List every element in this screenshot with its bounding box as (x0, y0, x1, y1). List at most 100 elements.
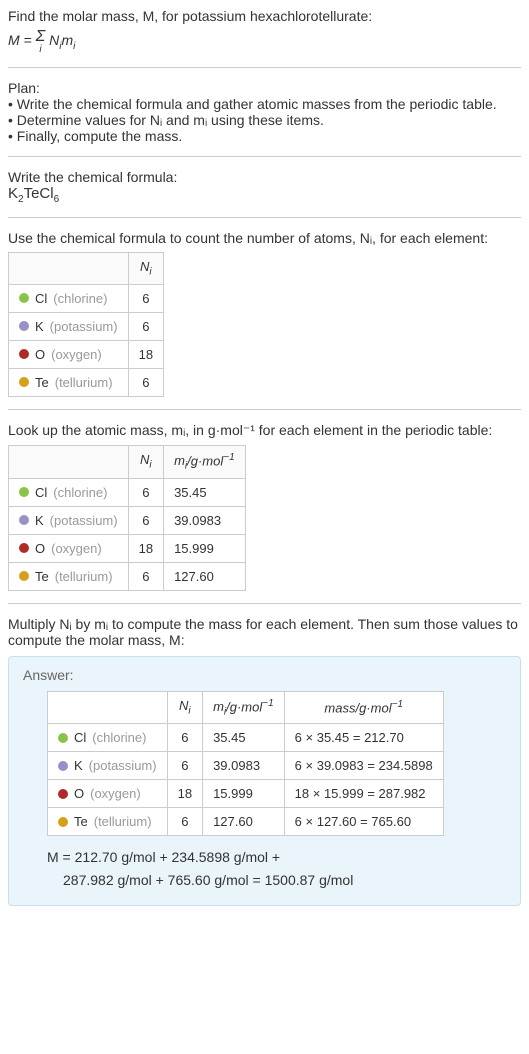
write-formula-title: Write the chemical formula: (8, 169, 521, 185)
table-header-element (48, 691, 168, 724)
table-header-element (9, 253, 129, 285)
table-row: K (potassium) 6 39.0983 (9, 506, 246, 534)
table-header-ni: Ni (128, 445, 163, 478)
answer-label: Answer: (23, 667, 506, 683)
cell-ni: 6 (167, 752, 202, 780)
table-header-element (9, 445, 129, 478)
cell-mass: 18 × 15.999 = 287.982 (284, 780, 443, 808)
intro-text: Find the molar mass, M, for potassium he… (8, 8, 521, 24)
table-header-mi: mi/g·mol−1 (203, 691, 285, 724)
element-name: (tellurium) (55, 569, 113, 584)
answer-table: Ni mi/g·mol−1 mass/g·mol−1 Cl (chlorine)… (47, 691, 444, 837)
divider (8, 409, 521, 410)
element-name: (tellurium) (94, 814, 152, 829)
element-symbol: O (35, 347, 45, 362)
write-formula-section: Write the chemical formula: K2TeCl6 (8, 169, 521, 205)
element-name: (tellurium) (55, 375, 113, 390)
multiply-section: Multiply Nᵢ by mᵢ to compute the mass fo… (8, 616, 521, 648)
element-dot-icon (58, 733, 68, 743)
divider (8, 156, 521, 157)
element-symbol: Cl (35, 485, 47, 500)
element-dot-icon (19, 571, 29, 581)
count-atoms-title: Use the chemical formula to count the nu… (8, 230, 521, 246)
cell-mi: 35.45 (164, 478, 246, 506)
cell-ni: 18 (128, 534, 163, 562)
table-row: Te (tellurium) 6 (9, 368, 164, 396)
cell-mi: 39.0983 (164, 506, 246, 534)
count-atoms-table: Ni Cl (chlorine) 6 K (potassium) 6 O (ox… (8, 252, 164, 397)
element-symbol: O (74, 786, 84, 801)
table-row: Cl (chlorine) 6 35.45 (9, 478, 246, 506)
element-dot-icon (19, 293, 29, 303)
element-dot-icon (19, 515, 29, 525)
cell-ni: 18 (128, 340, 163, 368)
molar-mass-formula: M = Σi Nimi (8, 28, 521, 55)
element-name: (chlorine) (53, 485, 107, 500)
element-name: (oxygen) (90, 786, 141, 801)
plan-item: Finally, compute the mass. (8, 128, 521, 144)
divider (8, 603, 521, 604)
element-symbol: K (35, 319, 44, 334)
chemical-formula: K2TeCl6 (8, 185, 521, 205)
table-header-ni: Ni (128, 253, 163, 285)
plan-list: Write the chemical formula and gather at… (8, 96, 521, 144)
plan-item: Write the chemical formula and gather at… (8, 96, 521, 112)
cell-mass: 6 × 35.45 = 212.70 (284, 724, 443, 752)
atomic-mass-table: Ni mi/g·mol−1 Cl (chlorine) 6 35.45 K (p… (8, 445, 246, 591)
table-row: Cl (chlorine) 6 35.45 6 × 35.45 = 212.70 (48, 724, 444, 752)
element-name: (potassium) (50, 513, 118, 528)
cell-mi: 127.60 (164, 562, 246, 590)
element-dot-icon (19, 321, 29, 331)
element-symbol: Cl (74, 730, 86, 745)
table-row: O (oxygen) 18 15.999 18 × 15.999 = 287.9… (48, 780, 444, 808)
element-dot-icon (58, 789, 68, 799)
element-symbol: K (35, 513, 44, 528)
multiply-title: Multiply Nᵢ by mᵢ to compute the mass fo… (8, 616, 521, 648)
table-header-ni: Ni (167, 691, 202, 724)
cell-ni: 6 (128, 506, 163, 534)
plan-section: Plan: Write the chemical formula and gat… (8, 80, 521, 144)
table-row: K (potassium) 6 (9, 312, 164, 340)
element-dot-icon (58, 761, 68, 771)
element-symbol: Te (35, 375, 49, 390)
table-row: O (oxygen) 18 (9, 340, 164, 368)
divider (8, 67, 521, 68)
cell-ni: 6 (128, 478, 163, 506)
cell-ni: 6 (128, 368, 163, 396)
plan-item: Determine values for Nᵢ and mᵢ using the… (8, 112, 521, 128)
cell-mass: 6 × 39.0983 = 234.5898 (284, 752, 443, 780)
element-name: (oxygen) (51, 541, 102, 556)
table-row: Te (tellurium) 6 127.60 (9, 562, 246, 590)
cell-ni: 6 (167, 724, 202, 752)
cell-ni: 6 (128, 284, 163, 312)
table-row: O (oxygen) 18 15.999 (9, 534, 246, 562)
cell-mi: 39.0983 (203, 752, 285, 780)
element-dot-icon (19, 349, 29, 359)
element-dot-icon (58, 817, 68, 827)
element-dot-icon (19, 543, 29, 553)
element-symbol: Te (35, 569, 49, 584)
atomic-mass-section: Look up the atomic mass, mᵢ, in g·mol⁻¹ … (8, 422, 521, 591)
atomic-mass-title: Look up the atomic mass, mᵢ, in g·mol⁻¹ … (8, 422, 521, 439)
final-line-1: M = 212.70 g/mol + 234.5898 g/mol + (47, 846, 506, 868)
cell-ni: 6 (167, 808, 202, 836)
cell-ni: 18 (167, 780, 202, 808)
final-line-2: 287.982 g/mol + 765.60 g/mol = 1500.87 g… (47, 869, 506, 891)
plan-title: Plan: (8, 80, 521, 96)
intro-section: Find the molar mass, M, for potassium he… (8, 8, 521, 55)
cell-ni: 6 (128, 312, 163, 340)
table-row: Te (tellurium) 6 127.60 6 × 127.60 = 765… (48, 808, 444, 836)
answer-box: Answer: Ni mi/g·mol−1 mass/g·mol−1 Cl (c… (8, 656, 521, 907)
element-symbol: K (74, 758, 83, 773)
element-symbol: Te (74, 814, 88, 829)
element-name: (oxygen) (51, 347, 102, 362)
divider (8, 217, 521, 218)
table-row: Cl (chlorine) 6 (9, 284, 164, 312)
cell-mass: 6 × 127.60 = 765.60 (284, 808, 443, 836)
element-dot-icon (19, 487, 29, 497)
cell-ni: 6 (128, 562, 163, 590)
cell-mi: 127.60 (203, 808, 285, 836)
cell-mi: 15.999 (203, 780, 285, 808)
table-header-mass: mass/g·mol−1 (284, 691, 443, 724)
count-atoms-section: Use the chemical formula to count the nu… (8, 230, 521, 397)
